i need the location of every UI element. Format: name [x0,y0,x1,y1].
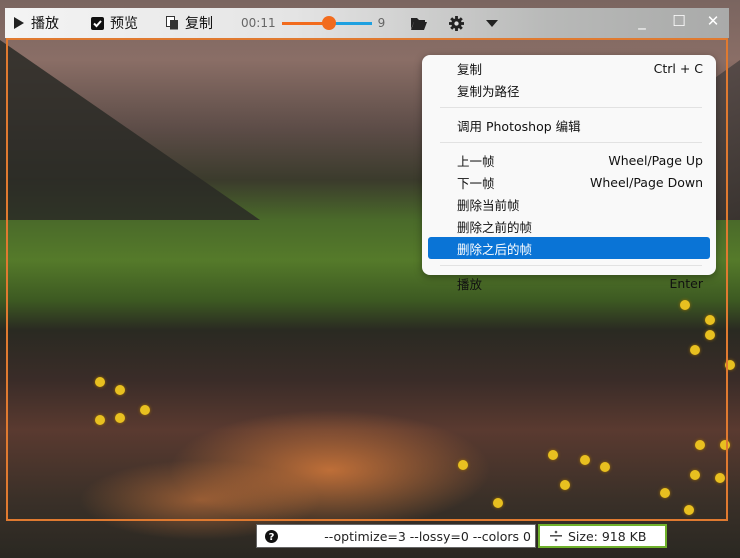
menu-item[interactable]: 删除之前的帧 [428,215,710,237]
menu-item-label: 播放 [457,276,483,292]
context-menu: 复制 Ctrl + C 复制为路径调用 Photoshop 编辑 上一帧 Wheel/P… [422,55,716,292]
menu-item[interactable]: 复制 Ctrl + C [428,57,710,79]
svg-text:?: ? [269,532,275,543]
slider-thumb[interactable] [321,16,336,30]
menu-separator [440,265,702,266]
preview-label: 预览 [110,16,138,32]
menu-item-label: 删除当前帧 [457,197,520,213]
menu-item[interactable]: 删除之后的帧 [428,237,710,259]
menu-separator [440,107,702,108]
menu-item[interactable]: 调用 Photoshop 编辑 [428,114,710,136]
copy-button[interactable]: 复制 [166,13,213,33]
preview-checkbox[interactable]: 预览 [91,13,138,33]
menu-separator [440,142,702,143]
play-button[interactable]: 播放 [13,13,59,33]
divide-icon [550,530,562,542]
menu-item-label: 删除之前的帧 [457,219,533,235]
menu-item-label: 复制 [457,61,483,77]
menu-item-label: 调用 Photoshop 编辑 [457,118,581,134]
close-button[interactable]: ✕ [696,8,730,34]
command-options-field[interactable]: ? --optimize=3 --lossy=0 --colors 0 [256,524,536,548]
menu-item-shortcut: Ctrl + C [653,60,703,76]
size-text: Size: 918 KB [568,528,647,544]
size-indicator: Size: 918 KB [538,524,667,548]
play-icon [13,17,25,29]
copy-icon [166,16,179,30]
menu-item-shortcut: Wheel/Page Up [608,152,703,168]
maximize-icon: ☐ [672,12,686,30]
current-time: 00:11 [241,16,276,30]
menu-item[interactable]: 上一帧 Wheel/Page Up [428,149,710,171]
menu-item-label: 删除之后的帧 [457,241,533,257]
toolbar: 播放 预览 复制 00:11 9 [5,8,729,38]
frame-count: 9 [377,16,386,30]
minimize-icon: _ [638,12,646,30]
gear-icon[interactable] [449,15,465,31]
checkbox-checked-icon [91,16,104,30]
menu-item[interactable]: 播放 Enter [428,272,710,294]
folder-open-icon[interactable] [411,17,428,30]
menu-item[interactable]: 下一帧 Wheel/Page Down [428,171,710,193]
frame-slider[interactable] [281,16,372,30]
menu-item-label: 上一帧 [457,153,495,169]
command-options-text: --optimize=3 --lossy=0 --colors 0 [324,528,531,544]
menu-item-shortcut: Wheel/Page Down [589,174,703,190]
menu-item-label: 下一帧 [457,175,495,191]
minimize-button[interactable]: _ [625,8,659,34]
menu-item-shortcut: Enter [669,275,703,291]
menu-item[interactable]: 复制为路径 [428,79,710,101]
chevron-down-icon[interactable] [486,19,499,27]
help-icon[interactable]: ? [265,529,278,543]
copy-label: 复制 [185,16,213,32]
menu-item[interactable]: 删除当前帧 [428,193,710,215]
close-icon: ✕ [706,12,720,30]
menu-item-label: 复制为路径 [457,83,520,99]
maximize-button[interactable]: ☐ [662,8,696,34]
play-label: 播放 [31,16,59,32]
